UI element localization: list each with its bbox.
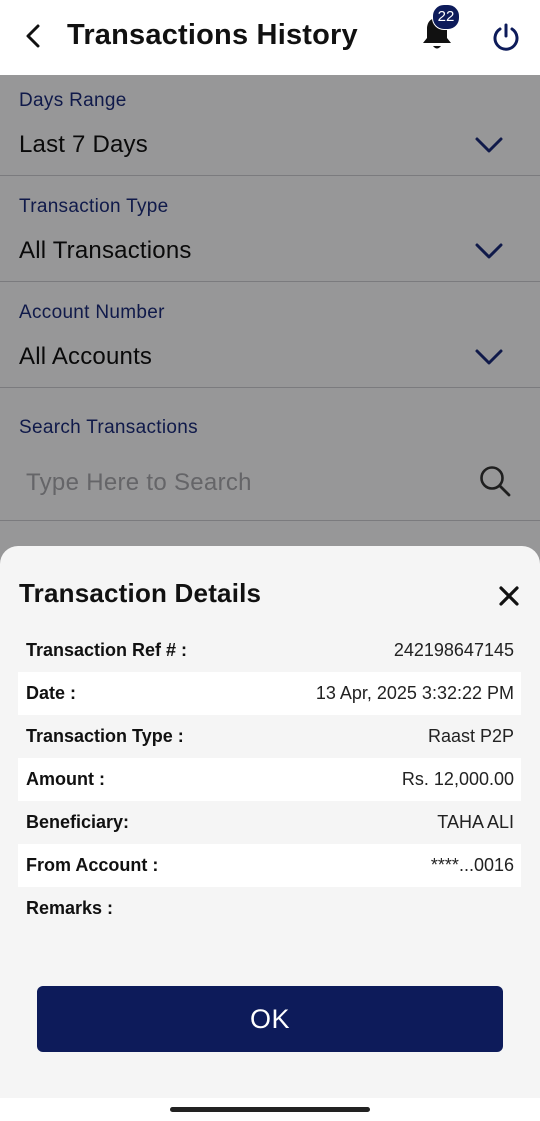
transaction-details-sheet: Transaction Details Transaction Ref # : …: [0, 546, 540, 1098]
detail-value: TAHA ALI: [437, 812, 514, 832]
app-header: Transactions History 22: [0, 0, 540, 75]
detail-value: 242198647145: [393, 640, 514, 660]
detail-value: Raast P2P: [427, 726, 514, 746]
detail-value: 13 Apr, 2025 3:32:22 PM: [315, 683, 514, 703]
detail-value: ****...0016: [430, 855, 514, 875]
detail-row-from-account: From Account : ****...0016: [18, 844, 521, 887]
ok-button[interactable]: OK: [37, 986, 503, 1052]
detail-label: Transaction Type :: [26, 726, 184, 746]
power-icon[interactable]: [491, 22, 521, 52]
back-arrow-icon[interactable]: [20, 22, 48, 50]
detail-label: From Account :: [26, 855, 159, 875]
detail-row-remarks: Remarks :: [18, 887, 521, 930]
page-title: Transactions History: [67, 19, 358, 51]
detail-row-date: Date : 13 Apr, 2025 3:32:22 PM: [18, 672, 521, 715]
detail-row-beneficiary: Beneficiary: TAHA ALI: [18, 801, 521, 844]
detail-row-ref: Transaction Ref # : 242198647145: [18, 629, 521, 672]
detail-row-type: Transaction Type : Raast P2P: [18, 715, 521, 758]
detail-row-amount: Amount : Rs. 12,000.00: [18, 758, 521, 801]
detail-label: Remarks :: [26, 898, 114, 918]
notification-badge[interactable]: 22: [432, 4, 460, 30]
detail-label: Date :: [26, 683, 77, 703]
sheet-title: Transaction Details: [19, 578, 262, 608]
system-nav-bar: [0, 1098, 540, 1121]
detail-label: Beneficiary:: [26, 812, 130, 832]
detail-label: Transaction Ref # :: [26, 640, 188, 660]
detail-label: Amount :: [26, 769, 105, 789]
detail-value: Rs. 12,000.00: [401, 769, 514, 789]
close-icon[interactable]: [498, 585, 520, 607]
home-indicator[interactable]: [170, 1107, 370, 1112]
